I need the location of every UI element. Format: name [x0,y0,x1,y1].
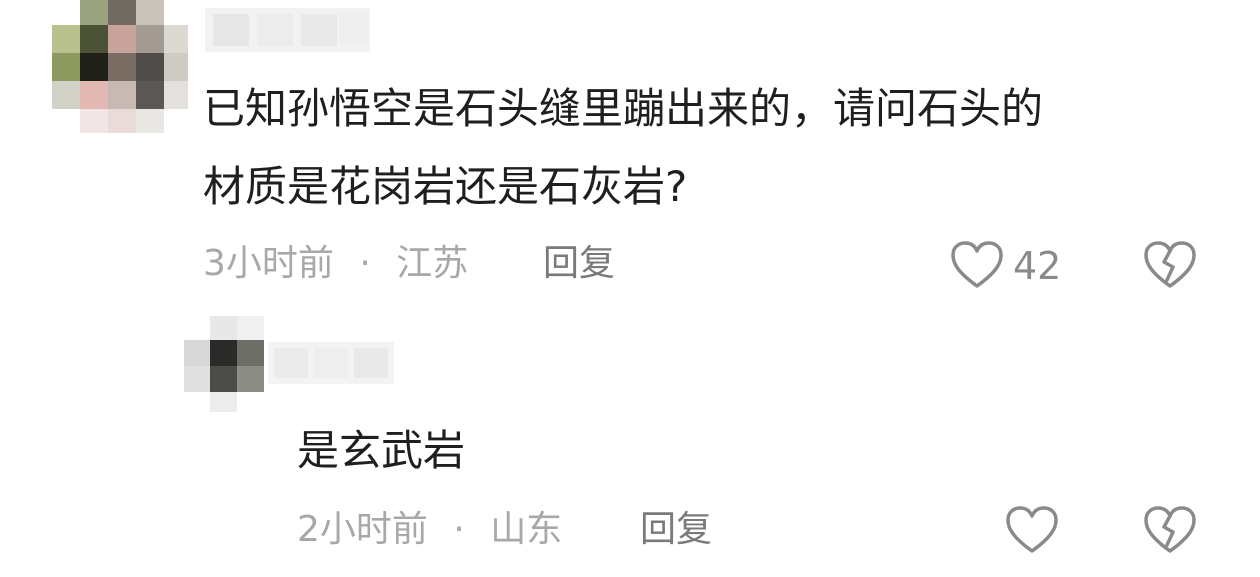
reply-time: 2小时前 [297,509,428,550]
reply-button[interactable]: 回复 [640,508,712,552]
broken-heart-icon[interactable] [1143,240,1197,290]
reply-meta: 2小时前 · 山东 [297,508,562,552]
meta-separator: · [359,243,371,284]
avatar[interactable] [50,0,190,135]
comment-text-line: 已知孙悟空是石头缝里蹦出来的，请问石头的 [203,84,1044,133]
like-count: 42 [1013,244,1062,288]
username-blurred[interactable] [205,8,370,52]
comment-text: 已知孙悟空是石头缝里蹦出来的，请问石头的 材质是花岗岩还是石灰岩? [203,70,1223,226]
meta-separator: · [453,509,465,550]
heart-outline-icon[interactable] [950,240,1004,290]
heart-outline-icon[interactable] [1005,505,1059,555]
comment-text-line: 材质是花岗岩还是石灰岩? [203,162,688,211]
broken-heart-icon[interactable] [1143,505,1197,555]
reply-location: 山东 [490,509,563,550]
reply-button[interactable]: 回复 [543,242,615,286]
comment-time: 3小时前 [203,243,334,284]
avatar[interactable] [182,316,264,412]
comment-location: 江苏 [396,243,469,284]
reply-text: 是玄武岩 [297,426,466,475]
comment-meta: 3小时前 · 江苏 [203,242,468,286]
username-blurred[interactable] [268,342,394,384]
